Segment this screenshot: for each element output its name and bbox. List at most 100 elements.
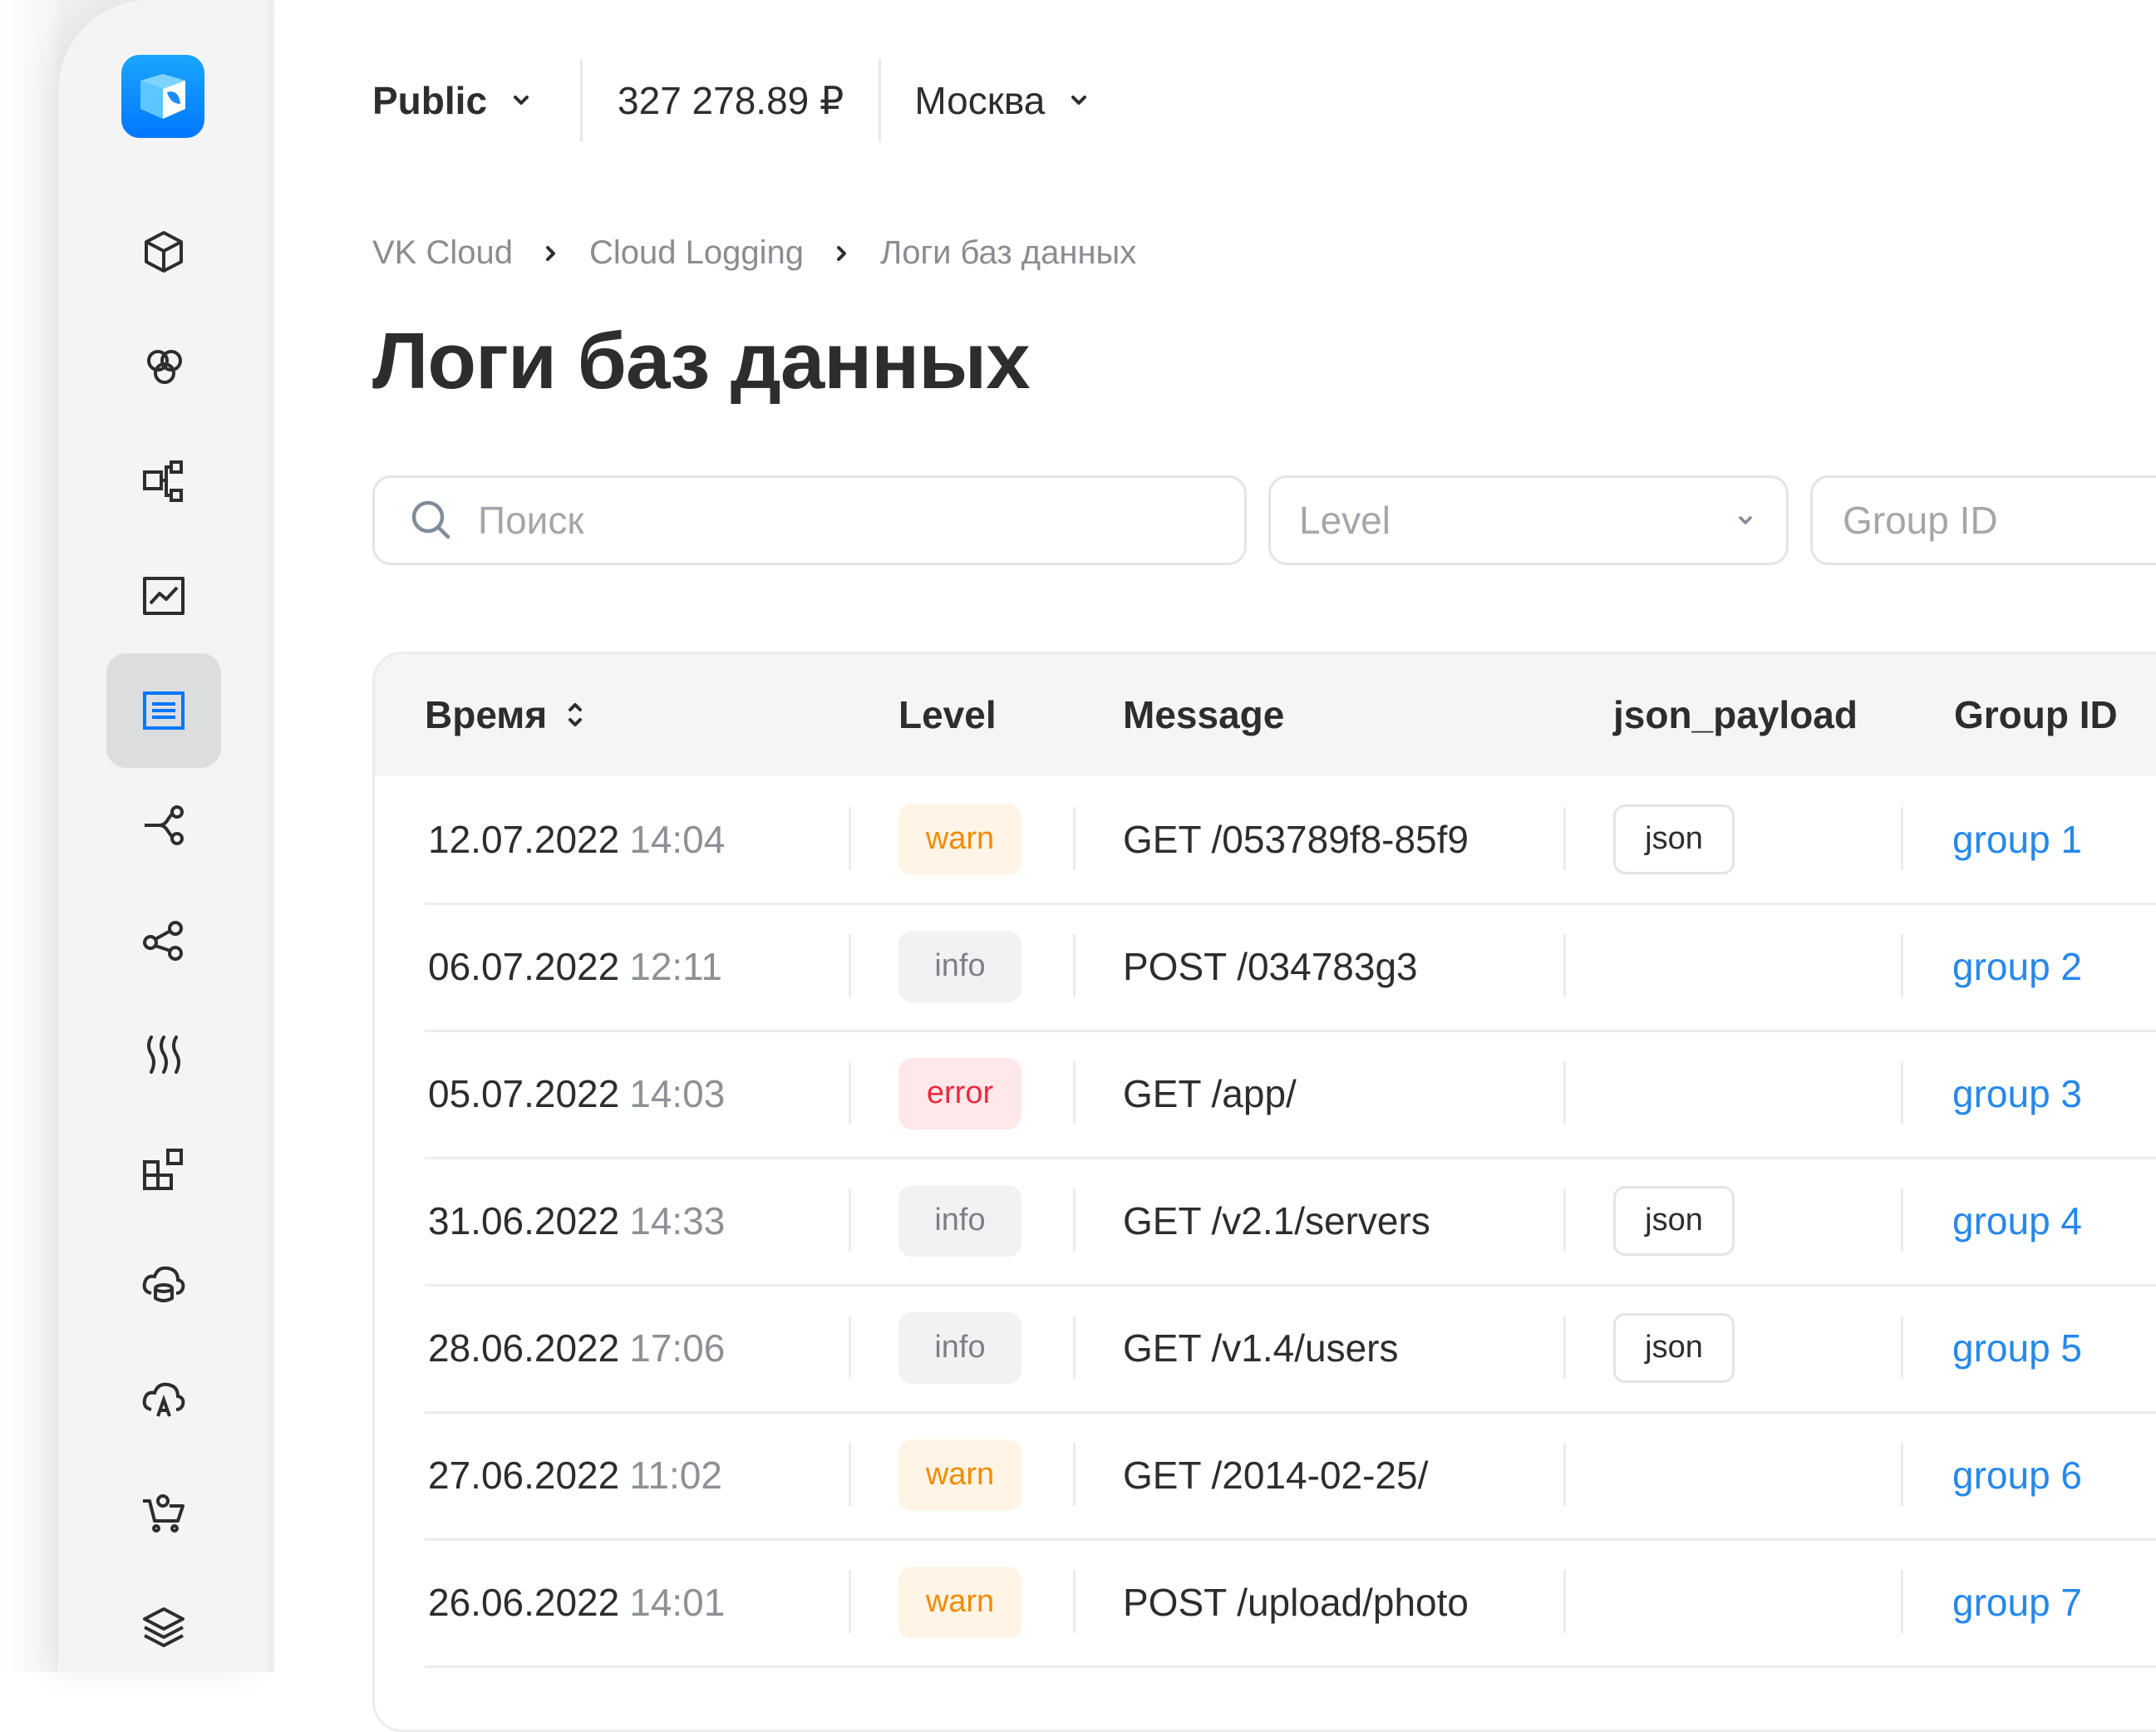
json-button[interactable]: json [1613,1312,1735,1383]
group-link[interactable]: group 5 [1952,1326,2082,1370]
column-divider [849,1316,851,1379]
topbar: Public 327 278.89 ₽ Москва [372,47,1091,155]
group-id-field[interactable]: Group ID [1810,475,2156,565]
nav-cloud-a-icon[interactable] [106,1341,221,1456]
column-divider [1901,1570,1903,1633]
cell-json-payload: json [1613,1284,1735,1411]
column-header-time[interactable]: Время [425,654,587,775]
nav-cloud-database-icon[interactable] [106,1227,221,1341]
column-divider [849,1061,851,1124]
cell-time: 05.07.2022 14:03 [428,1030,725,1157]
cell-time: 26.06.2022 14:01 [428,1538,725,1666]
sidebar [58,0,268,1672]
table-row[interactable]: 05.07.2022 14:03 error GET /app/group 3 [425,1030,2156,1159]
cell-level: info [898,903,1021,1030]
nav-widgets-icon[interactable] [106,1112,221,1227]
table-row[interactable]: 27.06.2022 11:02 warn GET /2014-02-25/group… [425,1411,2156,1541]
column-divider [849,1188,851,1252]
column-divider [1563,1570,1566,1633]
chevron-right-icon [545,245,555,261]
nav-cart-icon[interactable] [106,1456,221,1571]
json-button[interactable]: json [1613,1185,1735,1256]
cell-group-id: group 7 [1952,1538,2082,1666]
group-link[interactable]: group 6 [1952,1453,2082,1498]
log-time: 11:02 [629,1453,722,1497]
filters: Level Group ID [372,475,2156,568]
cell-time: 28.06.2022 17:06 [428,1284,725,1411]
nav-chart-line-icon[interactable] [106,539,221,653]
group-link[interactable]: group 3 [1952,1071,2082,1116]
cell-level: warn [898,775,1021,903]
nav-cube-icon[interactable] [106,194,221,309]
cell-message: POST /upload/photo [1123,1580,1469,1624]
nav-hexagon-cluster-icon[interactable] [106,309,221,424]
column-divider [849,934,851,997]
table-row[interactable]: 28.06.2022 17:06 info GET /v1.4/users json gr… [425,1284,2156,1414]
log-date: 06.07.2022 [428,944,620,988]
column-divider [1073,807,1076,870]
nav-layers-icon[interactable] [106,1571,221,1685]
group-link[interactable]: group 1 [1952,817,2082,862]
cell-time: 31.06.2022 14:33 [428,1157,725,1284]
nav-heat-waves-icon[interactable] [106,997,221,1112]
level-badge: error [898,1057,1021,1129]
table-row[interactable]: 06.07.2022 12:11 info POST /034783g3 group 2 [425,903,2156,1032]
nav-routes-icon[interactable] [106,768,221,883]
nav-list-document-icon[interactable] [106,653,221,768]
level-badge: warn [898,1566,1021,1638]
log-date: 28.06.2022 [428,1326,620,1370]
search-input[interactable] [476,497,1161,544]
cell-time: 27.06.2022 11:02 [428,1411,722,1538]
breadcrumb-item-vk-cloud[interactable]: VK Cloud [372,234,513,272]
group-link[interactable]: group 4 [1952,1198,2082,1243]
cell-level: info [898,1157,1021,1284]
balance[interactable]: 327 278.89 ₽ [580,59,882,142]
level-badge: warn [898,1439,1021,1511]
column-divider [1073,1443,1076,1506]
chevron-down-icon [1071,96,1087,105]
nav-share-nodes-icon[interactable] [106,883,221,997]
column-divider [1563,807,1566,870]
level-select[interactable]: Level [1268,475,1789,565]
json-button[interactable]: json [1613,804,1735,874]
column-divider [1073,1188,1076,1252]
cell-group-id: group 6 [1952,1411,2082,1538]
main-content: Public 327 278.89 ₽ Москва VK Cloud Clou… [372,0,2156,1732]
log-time: 12:11 [629,944,722,988]
cell-time: 12.07.2022 14:04 [428,775,725,903]
level-badge: info [898,930,1021,1002]
column-divider [1073,934,1076,997]
page-title: Логи баз данных [372,317,1031,406]
project-selector[interactable]: Public [372,59,580,142]
nav-network-hierarchy-icon[interactable] [106,424,221,539]
cell-message: GET /v2.1/servers [1123,1198,1430,1242]
column-header-json-payload: json_payload [1613,693,1858,736]
column-divider [1901,934,1903,997]
sort-icon[interactable] [564,698,587,731]
log-date: 31.06.2022 [428,1198,620,1242]
column-divider [1563,1316,1566,1379]
search-field[interactable] [372,475,1247,565]
group-link[interactable]: group 7 [1952,1580,2082,1625]
log-date: 26.06.2022 [428,1580,620,1624]
search-icon [411,500,450,539]
log-date: 05.07.2022 [428,1071,620,1115]
breadcrumb-item-cloud-logging[interactable]: Cloud Logging [589,234,804,272]
vk-cloud-logo-icon[interactable] [121,55,204,138]
group-link[interactable]: group 2 [1952,944,2082,989]
table-row[interactable]: 12.07.2022 14:04 warn GET /053789f8-85f9 jso… [425,775,2156,905]
cell-level: warn [898,1411,1021,1538]
table-row[interactable]: 31.06.2022 14:33 info GET /v2.1/servers json… [425,1157,2156,1287]
cell-group-id: group 4 [1952,1157,2082,1284]
cell-group-id: group 3 [1952,1030,2082,1157]
table-row[interactable]: 26.06.2022 14:01 warn POST /upload/photo gro… [425,1538,2156,1668]
region-selector[interactable]: Москва [881,59,1091,142]
log-time: 14:33 [629,1198,726,1242]
log-time: 14:03 [629,1071,726,1115]
column-header-message: Message [1123,693,1285,736]
cell-message: GET /app/ [1123,1071,1297,1115]
column-divider [849,807,851,870]
column-divider [1901,1316,1903,1379]
cell-level: info [898,1284,1021,1411]
level-badge: warn [898,803,1021,875]
